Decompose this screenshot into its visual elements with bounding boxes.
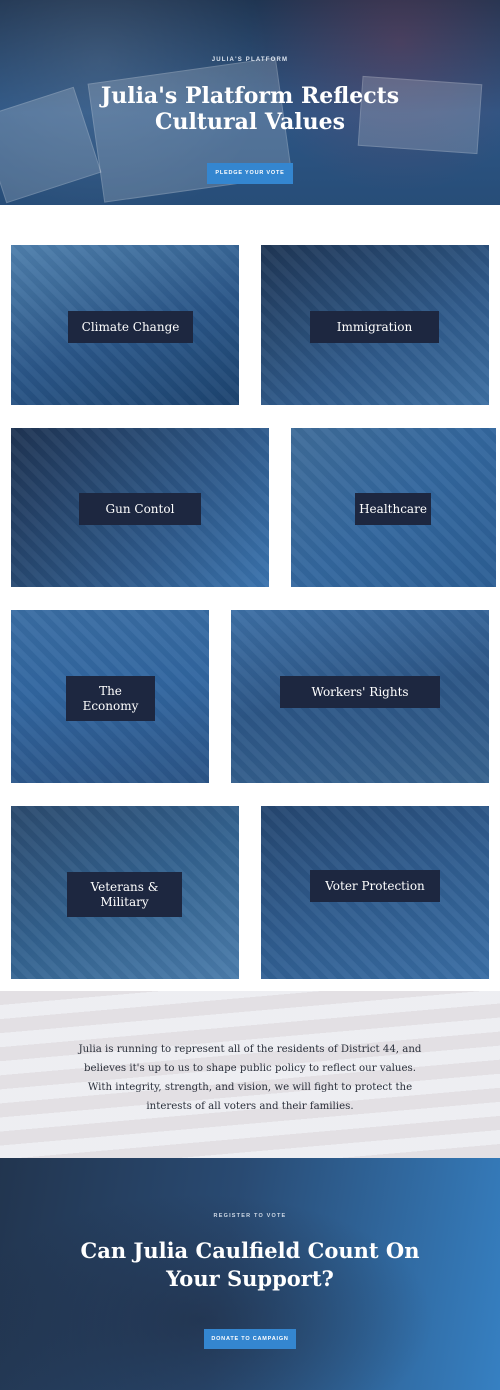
pledge-vote-button[interactable]: PLEDGE YOUR VOTE [207,163,293,184]
issue-label: Gun Contol [79,493,201,525]
hero-section: JULIA'S PLATFORM Julia's Platform Reflec… [0,0,500,205]
cta-eyebrow: REGISTER TO VOTE [213,1213,287,1219]
mission-statement-text: Julia is running to represent all of the… [78,1044,422,1112]
issue-label: Veterans & Military [67,872,182,917]
issue-label: Voter Protection [310,870,440,902]
issue-label: Healthcare [355,493,431,525]
issue-card-economy[interactable]: The Economy [11,610,209,783]
issue-label: Climate Change [68,311,193,343]
page-title: Julia's Platform Reflects Cultural Value… [100,83,400,135]
issue-label: Workers' Rights [280,676,440,708]
issue-card-veterans-military[interactable]: Veterans & Military [11,806,239,979]
hero-eyebrow: JULIA'S PLATFORM [211,57,289,63]
issue-label: Immigration [310,311,439,343]
donate-button[interactable]: DONATE TO CAMPAIGN [204,1329,296,1349]
issue-card-voter-protection[interactable]: Voter Protection [261,806,489,979]
issue-card-workers-rights[interactable]: Workers' Rights [231,610,489,783]
issue-card-immigration[interactable]: Immigration [261,245,489,405]
cta-section: REGISTER TO VOTE Can Julia Caulfield Cou… [0,1158,500,1390]
issue-card-gun-control[interactable]: Gun Contol [11,428,269,587]
issue-card-healthcare[interactable]: Healthcare [291,428,496,587]
mission-statement-section: Julia is running to represent all of the… [0,991,500,1158]
cta-title: Can Julia Caulfield Count On Your Suppor… [80,1238,420,1291]
issue-label: The Economy [66,676,155,721]
issue-card-climate-change[interactable]: Climate Change [11,245,239,405]
